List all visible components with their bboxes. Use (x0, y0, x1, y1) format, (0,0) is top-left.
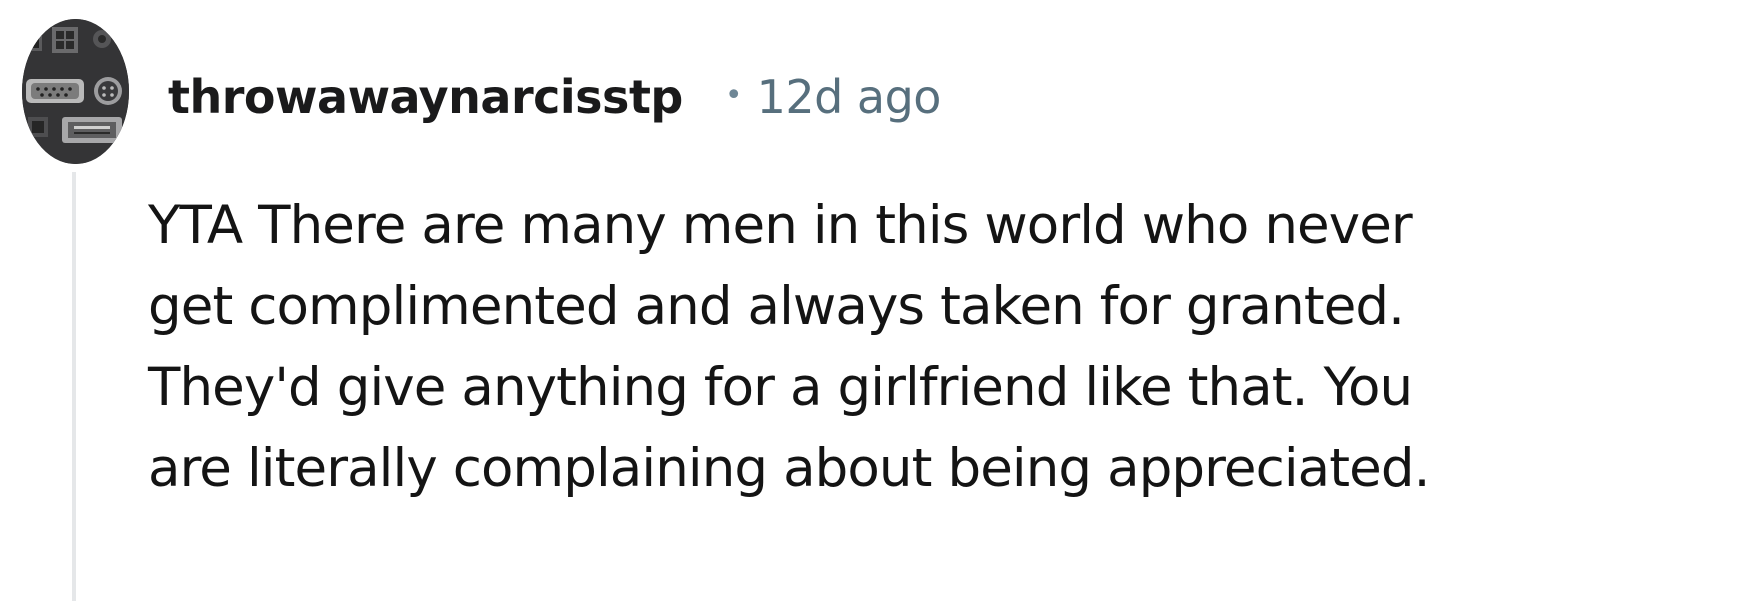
username-link[interactable]: throwawaynarcisstp (168, 70, 683, 124)
comment-body-line: They'd give anything for a girlfriend li… (148, 357, 1413, 418)
comment-body-line: YTA There are many men in this world who… (148, 195, 1413, 256)
comment-body-line: get complimented and always taken for gr… (148, 276, 1405, 337)
avatar[interactable] (22, 19, 129, 164)
avatar-image (22, 19, 129, 164)
comment-body-line: are literally complaining about being ap… (148, 438, 1430, 499)
timestamp[interactable]: 12d ago (757, 70, 942, 124)
comment-header: throwawaynarcisstp • 12d ago (168, 62, 941, 132)
thread-collapse-line[interactable] (72, 172, 76, 601)
comment-body: YTA There are many men in this world who… (148, 185, 1728, 509)
separator-dot: • (724, 77, 743, 113)
comment: throwawaynarcisstp • 12d ago YTA There a… (0, 0, 1743, 601)
